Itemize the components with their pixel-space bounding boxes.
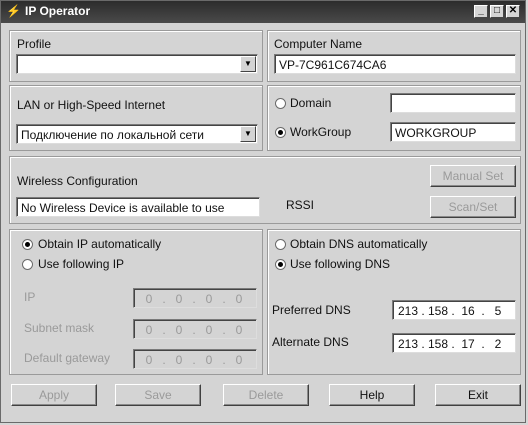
- lan-panel: LAN or High-Speed Internet Подключение п…: [9, 85, 263, 151]
- maximize-button[interactable]: □: [490, 5, 504, 18]
- ip-dot: .: [222, 323, 226, 337]
- domain-radio[interactable]: [275, 98, 286, 109]
- computer-name-value: VP-7C961C674CA6: [279, 58, 387, 72]
- membership-panel: Domain WorkGroup WORKGROUP: [267, 85, 521, 151]
- workgroup-label: WorkGroup: [290, 125, 352, 139]
- dns-octet: 2: [494, 337, 502, 351]
- chevron-down-icon[interactable]: ▼: [240, 56, 256, 72]
- ip-dot: .: [222, 353, 226, 367]
- lan-select[interactable]: Подключение по локальной сети ▼: [16, 124, 258, 144]
- profile-select[interactable]: ▼: [16, 54, 258, 74]
- workgroup-value: WORKGROUP: [395, 126, 477, 140]
- ip-octet: 0: [205, 292, 213, 306]
- computer-name-label: Computer Name: [274, 37, 363, 51]
- dns-dot: .: [421, 304, 425, 318]
- ip-label: IP: [24, 290, 36, 304]
- lan-label: LAN or High-Speed Internet: [17, 98, 166, 112]
- ip-octet: 0: [235, 323, 243, 337]
- preferred-dns-label: Preferred DNS: [272, 303, 351, 317]
- app-icon: ⚡: [6, 4, 21, 18]
- wireless-label: Wireless Configuration: [17, 174, 138, 188]
- ip-octet: 0: [145, 353, 153, 367]
- preferred-dns-field[interactable]: 213 . 158 . 16 . 5: [392, 300, 516, 320]
- delete-button[interactable]: Delete: [223, 384, 309, 406]
- alternate-dns-field[interactable]: 213 . 158 . 17 . 2: [392, 333, 516, 353]
- scan-set-button[interactable]: Scan/Set: [430, 196, 516, 218]
- ip-octet: 0: [205, 323, 213, 337]
- use-following-dns-label: Use following DNS: [290, 257, 391, 271]
- chevron-down-icon[interactable]: ▼: [240, 126, 256, 142]
- lan-value: Подключение по локальной сети: [21, 128, 204, 142]
- alternate-dns-label: Alternate DNS: [272, 335, 349, 349]
- dns-octet: 16: [461, 304, 475, 318]
- ip-octet: 0: [145, 292, 153, 306]
- manual-set-button[interactable]: Manual Set: [430, 165, 516, 187]
- ip-octet: 0: [205, 353, 213, 367]
- help-button[interactable]: Help: [329, 384, 415, 406]
- dns-octet: 213: [397, 337, 419, 351]
- default-gateway-field[interactable]: 0 . 0 . 0 . 0: [133, 349, 257, 369]
- dns-dot: .: [451, 304, 455, 318]
- profile-panel: Profile ▼: [9, 30, 263, 82]
- wireless-status: No Wireless Device is available to use: [21, 201, 225, 215]
- ip-octet: 0: [235, 292, 243, 306]
- ip-panel: Obtain IP automatically Use following IP…: [9, 229, 263, 375]
- ip-address-field[interactable]: 0 . 0 . 0 . 0: [133, 288, 257, 308]
- dns-dot: .: [481, 337, 485, 351]
- workgroup-radio[interactable]: [275, 127, 286, 138]
- wireless-panel: Wireless Configuration No Wireless Devic…: [9, 156, 521, 224]
- ip-dot: .: [192, 323, 196, 337]
- use-following-dns-radio[interactable]: [275, 259, 286, 270]
- dns-dot: .: [451, 337, 455, 351]
- dns-octet: 5: [494, 304, 502, 318]
- ip-dot: .: [162, 292, 166, 306]
- ip-octet: 0: [175, 292, 183, 306]
- use-following-ip-radio[interactable]: [22, 259, 33, 270]
- dns-octet: 158: [427, 304, 449, 318]
- ip-dot: .: [222, 292, 226, 306]
- dns-octet: 213: [397, 304, 419, 318]
- ip-octet: 0: [145, 323, 153, 337]
- minimize-button[interactable]: _: [474, 5, 488, 18]
- subnet-mask-label: Subnet mask: [24, 321, 95, 335]
- dns-octet: 17: [461, 337, 475, 351]
- wireless-status-field: No Wireless Device is available to use: [16, 197, 260, 217]
- obtain-ip-auto-label: Obtain IP automatically: [38, 237, 162, 251]
- rssi-label: RSSI: [286, 198, 315, 212]
- save-button[interactable]: Save: [115, 384, 201, 406]
- ip-octet: 0: [175, 323, 183, 337]
- obtain-ip-auto-radio[interactable]: [22, 239, 33, 250]
- dns-panel: Obtain DNS automatically Use following D…: [267, 229, 521, 375]
- computer-name-field[interactable]: VP-7C961C674CA6: [274, 54, 516, 74]
- ip-dot: .: [192, 353, 196, 367]
- dns-dot: .: [481, 304, 485, 318]
- ip-octet: 0: [175, 353, 183, 367]
- exit-button[interactable]: Exit: [435, 384, 521, 406]
- apply-button[interactable]: Apply: [11, 384, 97, 406]
- subnet-mask-field[interactable]: 0 . 0 . 0 . 0: [133, 319, 257, 339]
- obtain-dns-auto-radio[interactable]: [275, 239, 286, 250]
- obtain-dns-auto-label: Obtain DNS automatically: [290, 237, 428, 251]
- default-gateway-label: Default gateway: [24, 351, 111, 365]
- computer-name-panel: Computer Name VP-7C961C674CA6: [267, 30, 521, 82]
- ip-operator-window: ⚡ IP Operator _ □ ✕ Profile ▼ Computer N…: [0, 0, 526, 423]
- title-bar[interactable]: ⚡ IP Operator _ □ ✕: [1, 1, 525, 23]
- workgroup-field[interactable]: WORKGROUP: [390, 122, 516, 142]
- ip-octet: 0: [235, 353, 243, 367]
- domain-label: Domain: [290, 96, 332, 110]
- dns-octet: 158: [427, 337, 449, 351]
- profile-label: Profile: [17, 37, 52, 51]
- window-title: IP Operator: [25, 4, 91, 18]
- domain-field[interactable]: [390, 93, 516, 113]
- ip-dot: .: [162, 323, 166, 337]
- close-button[interactable]: ✕: [506, 5, 520, 18]
- ip-dot: .: [192, 292, 196, 306]
- dns-dot: .: [421, 337, 425, 351]
- use-following-ip-label: Use following IP: [38, 257, 125, 271]
- ip-dot: .: [162, 353, 166, 367]
